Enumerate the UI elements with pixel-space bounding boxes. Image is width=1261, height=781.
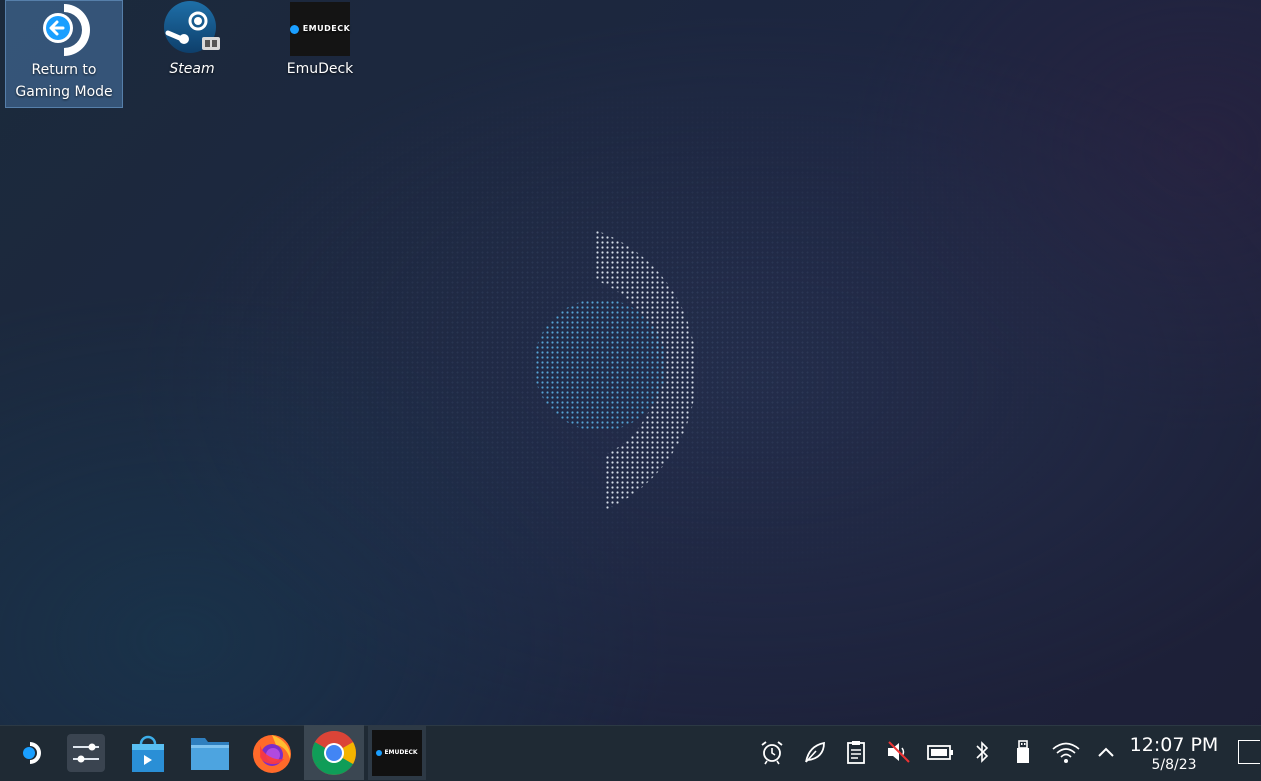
emudeck-logo-text: EMUDECK [302,24,351,33]
taskbar-app-google-chrome[interactable] [304,725,364,780]
desktop-icon-label: Return to Gaming Mode [15,62,113,100]
taskbar-app-emudeck[interactable]: EMUDECK [368,725,426,780]
clipboard-icon[interactable] [841,737,871,767]
taskbar-app-dolphin[interactable] [182,725,238,780]
bluetooth-icon[interactable] [967,737,997,767]
taskbar-app-discover[interactable] [120,725,176,780]
desktop-icon-emudeck[interactable]: EMUDECK EmuDeck [261,0,379,108]
steamdeck-launcher-icon [23,741,41,764]
chevron-up-icon[interactable] [1091,737,1121,767]
speaker-muted-icon[interactable] [883,737,913,767]
usb-icon[interactable] [1008,737,1038,767]
desktop-icon-return-to-gaming-mode[interactable]: Return to Gaming Mode [5,0,123,108]
emudeck-icon: EMUDECK [372,729,422,776]
desktop-icon-steam[interactable]: Steam [133,0,251,108]
chrome-icon [312,730,356,775]
application-launcher-button[interactable] [8,725,52,780]
clock-date: 5/8/23 [1151,757,1197,773]
show-desktop-button[interactable] [1238,740,1260,764]
digital-clock[interactable]: 12:07 PM 5/8/23 [1124,734,1224,774]
taskbar-app-firefox[interactable] [244,725,300,780]
taskbar-app-system-settings[interactable] [58,725,114,780]
leaf-icon[interactable] [800,737,830,767]
steam-icon [162,0,222,58]
return-arrow-icon [34,1,94,59]
emudeck-icon: EMUDECK [289,0,351,58]
steamdeck-wallpaper-logo [534,230,697,510]
wifi-icon[interactable] [1051,737,1081,767]
clock-time: 12:07 PM [1129,734,1219,756]
firefox-icon [253,734,291,773]
store-bag-icon [132,735,164,772]
settings-sliders-icon [67,733,105,772]
desktop-icon-label: Steam [169,61,215,77]
battery-icon[interactable] [925,737,955,767]
folder-icon [191,737,229,770]
desktop-icon-label: EmuDeck [286,61,354,77]
alarm-icon[interactable] [757,737,787,767]
